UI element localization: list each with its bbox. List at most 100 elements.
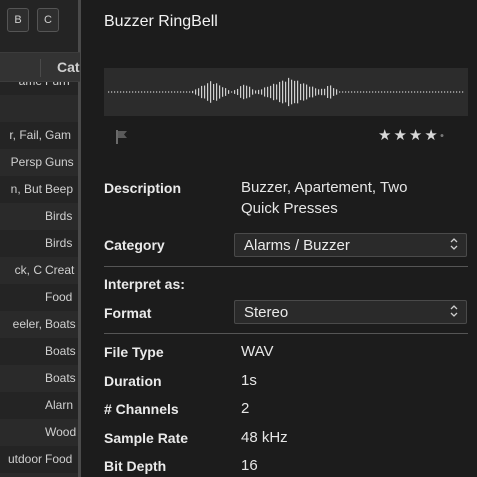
list-header[interactable]: Cat (0, 52, 80, 82)
list-row[interactable]: n, But Beep (0, 176, 80, 203)
waveform-bar (324, 88, 326, 96)
row-name-cell: eeler, (12, 317, 42, 331)
waveform-bar (177, 91, 179, 93)
format-select[interactable]: Stereo (234, 300, 467, 324)
waveform-bar (462, 91, 464, 93)
waveform-bar (384, 91, 386, 93)
format-value: Stereo (244, 304, 289, 321)
waveform-bar (294, 80, 296, 104)
list-row[interactable]: Boats (0, 338, 80, 365)
waveform-bar (246, 85, 248, 99)
waveform-bar (195, 89, 197, 95)
sound-list-pane: B C Cat ameFurnr, Fail,GamPerspGunsn, Bu… (0, 0, 80, 477)
waveform-bar (240, 86, 242, 98)
waveform-bar (117, 91, 119, 93)
row-category-cell: Alarn (45, 398, 74, 412)
row-category-cell: Boats (45, 371, 76, 385)
row-category-cell: Food (45, 290, 73, 304)
list-row[interactable] (0, 95, 80, 122)
waveform-bar (342, 91, 344, 93)
waveform-bar (201, 85, 203, 99)
waveform-bar (126, 91, 128, 93)
waveform-bar (420, 91, 422, 93)
row-category-cell: Guns (45, 155, 74, 169)
waveform-bar (237, 88, 239, 96)
waveform-bar (219, 85, 221, 99)
list-row[interactable]: Food (0, 284, 80, 311)
waveform-bar (351, 91, 353, 93)
waveform-bar (159, 91, 161, 93)
star-filled-icon[interactable]: ★ (409, 127, 424, 144)
waveform-bar (396, 91, 398, 93)
waveform-bar (303, 83, 305, 101)
list-row[interactable]: Persp Guns (0, 149, 80, 176)
waveform-bar (147, 91, 149, 93)
c-button[interactable]: C (37, 8, 59, 32)
list-row[interactable]: Birds (0, 230, 80, 257)
waveform-bar (411, 91, 413, 93)
star-filled-icon[interactable]: ★ (393, 127, 408, 144)
waveform-bar (111, 91, 113, 93)
flag-icon[interactable] (116, 130, 128, 144)
waveform-bar (408, 91, 410, 93)
b-button[interactable]: B (7, 8, 29, 32)
row-category-cell: Creat (45, 263, 75, 277)
waveform-bar (183, 91, 185, 93)
samplerate-value: 48 kHz (241, 429, 288, 446)
star-filled-icon[interactable]: ★ (424, 127, 439, 144)
waveform-bar (381, 91, 383, 93)
waveform-bar (444, 91, 446, 93)
waveform-bar (267, 86, 269, 98)
list-row[interactable]: Wood (0, 419, 80, 446)
waveform-bar (459, 91, 461, 93)
waveform-bar (189, 91, 191, 93)
waveform-bar (414, 91, 416, 93)
star-empty-icon[interactable]: ● (440, 133, 446, 140)
waveform-bar (162, 91, 164, 93)
channels-label: # Channels (104, 401, 179, 417)
divider-2 (104, 333, 468, 334)
waveform-bar (423, 91, 425, 93)
waveform-bar (255, 90, 257, 94)
waveform-bar (225, 88, 227, 96)
list-row[interactable]: Birds (0, 203, 80, 230)
list-row[interactable]: Alarn (0, 392, 80, 419)
column-header-category[interactable]: Cat (57, 59, 80, 75)
waveform-bar (114, 91, 116, 93)
waveform-bar (279, 81, 281, 103)
waveform-bar (273, 83, 275, 101)
waveform-preview[interactable] (104, 68, 468, 116)
waveform-bar (249, 86, 251, 98)
waveform-bar (291, 79, 293, 105)
waveform-bar (231, 91, 233, 93)
waveform-bar (360, 91, 362, 93)
list-row[interactable]: eeler, Boats (0, 311, 80, 338)
list-row[interactable]: Move (0, 473, 80, 477)
filetype-label: File Type (104, 344, 164, 360)
waveform-bar (378, 91, 380, 93)
column-separator[interactable] (40, 59, 41, 77)
list-row[interactable]: r, Fail, Gam (0, 122, 80, 149)
row-category-cell: Food (45, 452, 73, 466)
waveform-bar (426, 91, 428, 93)
list-row[interactable]: ck, C Creat (0, 257, 80, 284)
waveform-bar (438, 91, 440, 93)
waveform-bar (318, 89, 320, 95)
sound-title: Buzzer RingBell (104, 13, 218, 30)
waveform-bar (417, 91, 419, 93)
waveform-bar (210, 81, 212, 103)
list-row[interactable]: utdoor Food (0, 446, 80, 473)
list-row[interactable]: Boats (0, 365, 80, 392)
waveform-bar (315, 88, 317, 96)
waveform-bar (405, 91, 407, 93)
category-select[interactable]: Alarms / Buzzer (234, 233, 467, 257)
filetype-value: WAV (241, 343, 274, 360)
waveform-bar (375, 91, 377, 93)
row-name-cell: r, Fail, (9, 128, 42, 142)
waveform-bar (429, 91, 431, 93)
waveform-bar (327, 86, 329, 98)
waveform-bar (123, 91, 125, 93)
waveform-bar (288, 77, 290, 107)
star-filled-icon[interactable]: ★ (378, 127, 393, 144)
rating-stars[interactable]: ★★★★● (378, 126, 446, 144)
